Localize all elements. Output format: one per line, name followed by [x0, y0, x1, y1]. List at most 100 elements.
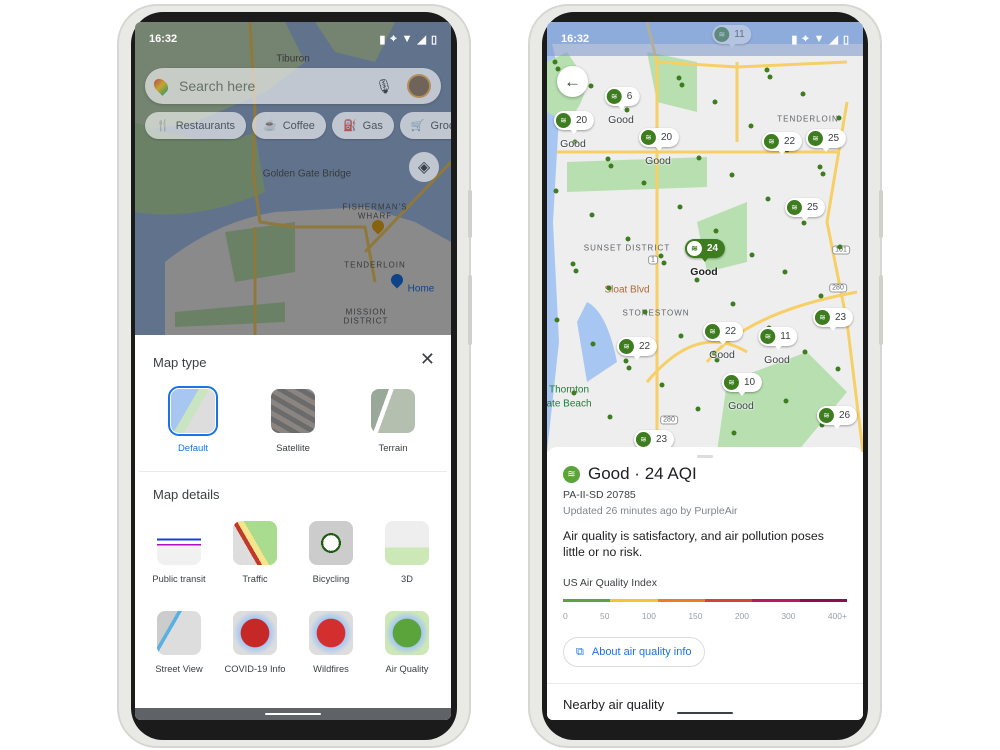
sensor-dot[interactable]: [835, 366, 841, 372]
aqi-marker[interactable]: ≋ 22: [616, 337, 658, 360]
map-detail-air-quality[interactable]: Air Quality: [369, 611, 445, 687]
sensor-dot[interactable]: [783, 398, 789, 404]
chip-coffee[interactable]: ☕ Coffee: [252, 112, 326, 139]
sensor-dot[interactable]: [570, 261, 576, 267]
sensor-dot[interactable]: [801, 220, 807, 226]
home-indicator[interactable]: [265, 713, 321, 715]
sensor-dot[interactable]: [695, 406, 701, 412]
sensor-dot[interactable]: [712, 99, 718, 105]
sensor-dot[interactable]: [661, 260, 667, 266]
sensor-dot[interactable]: [676, 75, 682, 81]
aqi-value: 24: [706, 243, 719, 254]
aqi-marker[interactable]: ≋ 11: [758, 327, 798, 350]
close-icon[interactable]: ✕: [420, 349, 435, 370]
chip-groceries[interactable]: 🛒 Grocer: [399, 112, 451, 139]
aqi-marker[interactable]: ≋ 10: [721, 373, 763, 396]
map-detail-3d[interactable]: 3D: [369, 521, 445, 597]
sensor-dot[interactable]: [606, 285, 612, 291]
sensor-dot[interactable]: [590, 341, 596, 347]
mic-icon[interactable]: 🎙: [375, 78, 393, 95]
map-detail-bicycling[interactable]: Bicycling: [293, 521, 369, 597]
sensor-dot[interactable]: [605, 156, 611, 162]
signal-icon: ◢: [417, 33, 426, 46]
sensor-dot[interactable]: [713, 228, 719, 234]
sensor-dot[interactable]: [626, 365, 632, 371]
map-detail-public-transit[interactable]: Public transit: [141, 521, 217, 597]
drag-handle[interactable]: [697, 455, 713, 458]
map-type-satellite[interactable]: Satellite: [248, 389, 338, 454]
aqi-marker[interactable]: ≋ 24: [684, 239, 726, 262]
aqi-marker[interactable]: ≋ 22: [761, 132, 803, 155]
aqi-marker[interactable]: ≋ 22: [702, 322, 744, 345]
aqi-marker[interactable]: ≋ 6: [604, 87, 640, 110]
chip-label: Gas: [362, 119, 383, 132]
map-type-label: Satellite: [276, 443, 310, 454]
sensor-dot[interactable]: [659, 382, 665, 388]
sensor-dot[interactable]: [696, 155, 702, 161]
sensor-dot[interactable]: [817, 164, 823, 170]
map-type-terrain[interactable]: Terrain: [348, 389, 438, 454]
aqi-marker[interactable]: ≋ 26: [816, 406, 858, 429]
air-quality-map[interactable]: [547, 22, 863, 452]
sensor-dot[interactable]: [764, 67, 770, 73]
aqi-marker[interactable]: ≋ 20: [553, 111, 595, 134]
chip-restaurants[interactable]: 🍴 Restaurants: [145, 112, 247, 139]
coffee-icon: ☕: [263, 120, 277, 132]
sensor-dot[interactable]: [679, 82, 685, 88]
aqi-marker[interactable]: ≋ 25: [805, 129, 847, 152]
map-type-default[interactable]: Default: [148, 386, 238, 454]
sensor-dot[interactable]: [731, 430, 737, 436]
sensor-dot[interactable]: [836, 115, 842, 121]
sensor-dot[interactable]: [658, 253, 664, 259]
sensor-dot[interactable]: [730, 301, 736, 307]
sensor-dot[interactable]: [677, 204, 683, 210]
map-detail-traffic[interactable]: Traffic: [217, 521, 293, 597]
map-detail-label: Public transit: [152, 574, 206, 584]
chip-gas[interactable]: ⛽ Gas: [331, 112, 394, 139]
sensor-dot[interactable]: [608, 163, 614, 169]
sensor-dot[interactable]: [818, 293, 824, 299]
map-detail-street-view[interactable]: Street View: [141, 611, 217, 687]
sensor-dot[interactable]: [589, 212, 595, 218]
sensor-dot[interactable]: [642, 309, 648, 315]
about-air-quality-link[interactable]: ⧉ About air quality info: [563, 637, 705, 667]
sensor-dot[interactable]: [749, 252, 755, 258]
map-detail-wildfires[interactable]: Wildfires: [293, 611, 369, 687]
sensor-dot[interactable]: [625, 236, 631, 242]
sensor-dot[interactable]: [571, 390, 577, 396]
aqi-marker[interactable]: ≋ 25: [784, 198, 826, 221]
home-indicator[interactable]: [677, 712, 733, 714]
sensor-dot[interactable]: [554, 317, 560, 323]
sensor-dot[interactable]: [694, 277, 700, 283]
sensor-dot[interactable]: [820, 171, 826, 177]
search-bar[interactable]: Search here 🎙: [145, 68, 441, 104]
sensor-dot[interactable]: [573, 268, 579, 274]
sensor-dot[interactable]: [800, 91, 806, 97]
aqi-marker-label: Good: [560, 138, 586, 150]
sensor-dot[interactable]: [765, 196, 771, 202]
sensor-dot[interactable]: [802, 349, 808, 355]
nav-bar: [135, 708, 451, 720]
sensor-dot[interactable]: [748, 123, 754, 129]
transit-icon: [157, 521, 201, 565]
sensor-dot[interactable]: [553, 188, 559, 194]
sensor-dot[interactable]: [641, 180, 647, 186]
sensor-dot[interactable]: [767, 74, 773, 80]
map-label: 280: [829, 283, 847, 293]
sensor-dot[interactable]: [552, 59, 558, 65]
aqi-marker[interactable]: ≋ 20: [638, 128, 680, 151]
layers-button[interactable]: ◈: [409, 152, 439, 182]
search-input[interactable]: Search here: [179, 78, 375, 94]
sensor-dot[interactable]: [782, 269, 788, 275]
sensor-dot[interactable]: [588, 83, 594, 89]
sensor-dot[interactable]: [729, 172, 735, 178]
avatar[interactable]: [407, 74, 431, 98]
sensor-dot[interactable]: [607, 414, 613, 420]
map-detail-covid-19-info[interactable]: COVID-19 Info: [217, 611, 293, 687]
sensor-dot[interactable]: [837, 244, 843, 250]
sensor-dot[interactable]: [678, 333, 684, 339]
back-button[interactable]: ←: [557, 66, 588, 97]
volume-button: [468, 275, 472, 345]
map-type-title: Map type: [153, 355, 207, 370]
aqi-marker[interactable]: ≋ 23: [812, 308, 854, 331]
